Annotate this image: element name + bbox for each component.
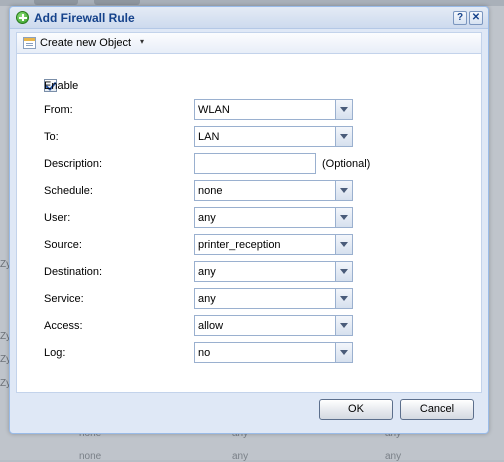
user-label: User: bbox=[44, 212, 71, 224]
from-select[interactable]: WLAN bbox=[194, 99, 353, 120]
destination-value: any bbox=[198, 266, 216, 278]
to-value: LAN bbox=[198, 131, 220, 143]
destination-label: Destination: bbox=[44, 266, 103, 278]
new-object-icon bbox=[23, 37, 36, 49]
to-label: To: bbox=[44, 131, 59, 143]
close-button[interactable]: ✕ bbox=[469, 11, 483, 25]
background-cell: any bbox=[232, 451, 249, 462]
service-value: any bbox=[198, 293, 216, 305]
destination-select[interactable]: any bbox=[194, 261, 353, 282]
chevron-down-icon[interactable] bbox=[335, 316, 352, 335]
chevron-down-icon[interactable] bbox=[335, 289, 352, 308]
log-select[interactable]: no bbox=[194, 342, 353, 363]
user-value: any bbox=[198, 212, 216, 224]
chevron-down-icon[interactable] bbox=[335, 181, 352, 200]
create-new-object-label: Create new Object bbox=[40, 37, 132, 49]
chevron-down-icon[interactable] bbox=[335, 262, 352, 281]
schedule-value: none bbox=[198, 185, 223, 197]
log-label: Log: bbox=[44, 347, 66, 359]
to-select[interactable]: LAN bbox=[194, 126, 353, 147]
source-label: Source: bbox=[44, 239, 82, 251]
enable-label: Enable bbox=[44, 80, 79, 92]
chevron-down-icon[interactable] bbox=[335, 235, 352, 254]
background-cell: any bbox=[385, 451, 402, 462]
chevron-down-icon[interactable] bbox=[335, 343, 352, 362]
access-label: Access: bbox=[44, 320, 83, 332]
help-button[interactable]: ? bbox=[453, 11, 467, 25]
optional-hint: (Optional) bbox=[322, 158, 371, 170]
chevron-down-icon[interactable] bbox=[335, 208, 352, 227]
ok-button[interactable]: OK bbox=[319, 399, 393, 420]
background-tab bbox=[94, 0, 140, 5]
source-value: printer_reception bbox=[198, 239, 281, 251]
source-select[interactable]: printer_reception bbox=[194, 234, 353, 255]
schedule-select[interactable]: none bbox=[194, 180, 353, 201]
add-icon bbox=[16, 11, 29, 24]
service-label: Service: bbox=[44, 293, 84, 305]
from-value: WLAN bbox=[198, 104, 230, 116]
log-value: no bbox=[198, 347, 211, 359]
schedule-label: Schedule: bbox=[44, 185, 93, 197]
dialog-toolbar: Create new Object ▾ bbox=[16, 32, 482, 54]
chevron-down-icon: ▾ bbox=[140, 37, 145, 46]
user-select[interactable]: any bbox=[194, 207, 353, 228]
chevron-down-icon[interactable] bbox=[335, 127, 352, 146]
chevron-down-icon[interactable] bbox=[335, 100, 352, 119]
dialog-title: Add Firewall Rule bbox=[34, 11, 135, 25]
from-label: From: bbox=[44, 104, 73, 116]
description-label: Description: bbox=[44, 158, 103, 170]
cancel-button[interactable]: Cancel bbox=[400, 399, 474, 420]
background-cell: none bbox=[79, 451, 102, 462]
access-value: allow bbox=[198, 320, 224, 332]
background-tab bbox=[34, 0, 78, 5]
dialog-titlebar[interactable]: Add Firewall Rule ? ✕ bbox=[10, 7, 488, 29]
access-select[interactable]: allow bbox=[194, 315, 353, 336]
service-select[interactable]: any bbox=[194, 288, 353, 309]
description-field[interactable] bbox=[194, 153, 316, 174]
